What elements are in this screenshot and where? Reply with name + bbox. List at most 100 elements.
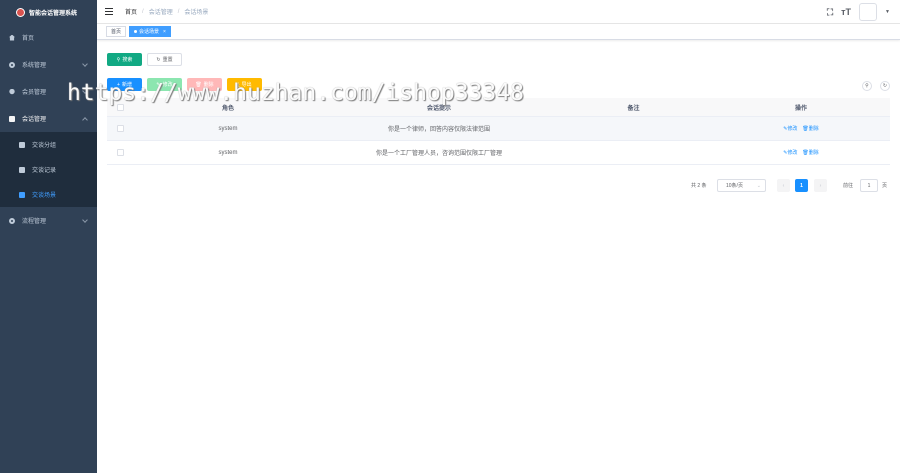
sidebar-item-talk-groups[interactable]: 交谈分组 [0,132,97,157]
group-icon [19,141,25,148]
row-checkbox[interactable] [116,125,124,132]
export-button[interactable]: ⤓ 导出 [227,78,262,91]
delete-button[interactable]: 🗑 删除 [187,78,222,91]
search-icon: ⚲ [865,83,869,89]
refresh-icon: ↻ [156,56,161,63]
sidebar: 智能会话管理系统 首页 系统管理 会员管理 会话管理 交谈分组 交谈记录 交谈场… [0,0,97,473]
sidebar-item-label: 会话管理 [22,117,47,123]
header-actions: 操作 [794,105,807,112]
chevron-down-icon [82,217,88,223]
search-icon: ⚲ [116,56,121,63]
sidebar-item-label: 首页 [22,36,35,42]
add-button[interactable]: + 新增 [107,78,142,91]
breadcrumb-home[interactable]: 首页 [125,7,137,16]
delete-button-label: 删除 [203,82,214,88]
tag-current[interactable]: 会话场景 × [129,26,171,37]
sidebar-item-label: 系统管理 [22,63,47,69]
chevron-down-icon [82,88,88,94]
gear-icon [9,61,15,68]
reset-button-label: 重置 [162,57,173,63]
reset-button[interactable]: ↻ 重置 [147,53,182,66]
header-note: 备注 [627,105,640,112]
scene-icon [19,191,25,198]
breadcrumb-separator: / [142,8,144,15]
cell-actions: ✎修改 🗑删除 [712,149,890,156]
edit-button[interactable]: ✎ 修改 [147,78,182,91]
tag-home[interactable]: 首页 [106,26,127,37]
tags-view: 首页 会话场景 × [97,24,900,40]
plus-icon: + [117,81,120,88]
avatar[interactable] [859,3,878,21]
row-edit-link[interactable]: ✎修改 [783,125,797,132]
breadcrumb-sessions: 会话管理 [148,10,173,16]
table-header: 角色 会话提示 备注 操作 [107,98,890,117]
row-checkbox-cell [107,149,133,156]
sidebar-item-label: 会员管理 [22,90,47,96]
cell-role: system [218,149,238,156]
prev-page-button[interactable]: ‹ [777,179,790,192]
table-row[interactable]: system 你是一个律师，回答内容仅限法律范围 ✎修改 🗑删除 [107,117,890,141]
export-button-label: 导出 [241,82,252,88]
sidebar-item-label: 流程管理 [22,219,47,225]
sidebar-item-home[interactable]: 首页 [0,24,97,51]
logo-icon [16,7,25,17]
sidebar-item-label: 交谈分组 [32,143,57,149]
scene-table: 角色 会话提示 备注 操作 system 你是一个律师，回答内容仅限法律范围 ✎… [107,98,890,165]
row-checkbox-cell [107,125,133,132]
sidebar-item-sessions[interactable]: 会话管理 [0,105,97,132]
row-delete-link[interactable]: 🗑删除 [802,125,818,132]
add-button-label: 新增 [121,82,132,88]
logo: 智能会话管理系统 [0,0,97,24]
row-delete-link[interactable]: 🗑删除 [802,149,818,156]
header-actions: ⛶ тT ▼ [827,3,890,21]
active-dot-icon [134,30,138,33]
row-edit-label: 修改 [787,126,798,132]
goto-label: 前往 [843,183,854,189]
submenu-sessions: 交谈分组 交谈记录 交谈场景 [0,132,97,207]
fullscreen-icon[interactable]: ⛶ [827,7,833,18]
pagination-total: 共 2 条 [691,183,707,189]
close-icon[interactable]: × [163,29,166,35]
toggle-search-button[interactable]: ⚲ [862,81,872,91]
cell-prompt: 你是一个工厂管理人员，咨询范围仅限工厂管理 [375,151,502,157]
row-delete-label: 删除 [808,150,819,156]
document-icon [9,115,15,122]
row-delete-label: 删除 [808,126,819,132]
cell-prompt: 你是一个律师，回答内容仅限法律范围 [387,127,490,133]
next-page-button[interactable]: › [814,179,827,192]
table-row[interactable]: system 你是一个工厂管理人员，咨询范围仅限工厂管理 ✎修改 🗑删除 [107,141,890,165]
header-role: 角色 [221,105,234,112]
sidebar-item-flows[interactable]: 流程管理 [0,207,97,234]
row-edit-link[interactable]: ✎修改 [783,149,797,156]
sidebar-item-talk-scenes[interactable]: 交谈场景 [0,182,97,207]
record-icon [19,166,25,173]
refresh-table-button[interactable]: ↻ [880,81,890,91]
page-size-select[interactable]: 10条/页 ⌄ [717,179,766,192]
tag-label: 会话场景 [139,29,160,35]
goto-page-input[interactable]: 1 [860,179,878,192]
header-checkbox-cell [107,103,133,111]
hamburger-icon[interactable] [105,8,113,15]
font-size-icon[interactable]: тT [841,7,851,17]
sidebar-item-members[interactable]: 会员管理 [0,78,97,105]
row-edit-label: 修改 [787,150,798,156]
page-number-button[interactable]: 1 [795,179,808,192]
flow-icon [9,217,15,224]
caret-down-icon[interactable]: ▼ [885,9,890,15]
sidebar-item-talk-records[interactable]: 交谈记录 [0,157,97,182]
select-all-checkbox[interactable] [116,103,124,111]
sidebar-item-system[interactable]: 系统管理 [0,51,97,78]
search-button-label: 搜索 [122,57,133,63]
sidebar-item-label: 交谈记录 [32,168,57,174]
breadcrumb-current: 会话场景 [184,10,209,16]
page-size-value: 10条/页 [726,183,743,189]
search-button[interactable]: ⚲ 搜索 [107,53,142,66]
page-unit-label: 页 [882,183,888,189]
download-icon: ⤓ [237,81,240,88]
cell-actions: ✎修改 🗑删除 [712,125,890,132]
chevron-up-icon [82,117,88,123]
edit-button-label: 修改 [162,82,173,88]
row-checkbox[interactable] [116,149,124,156]
app-title: 智能会话管理系统 [29,10,78,17]
chevron-down-icon: ⌄ [756,182,761,189]
